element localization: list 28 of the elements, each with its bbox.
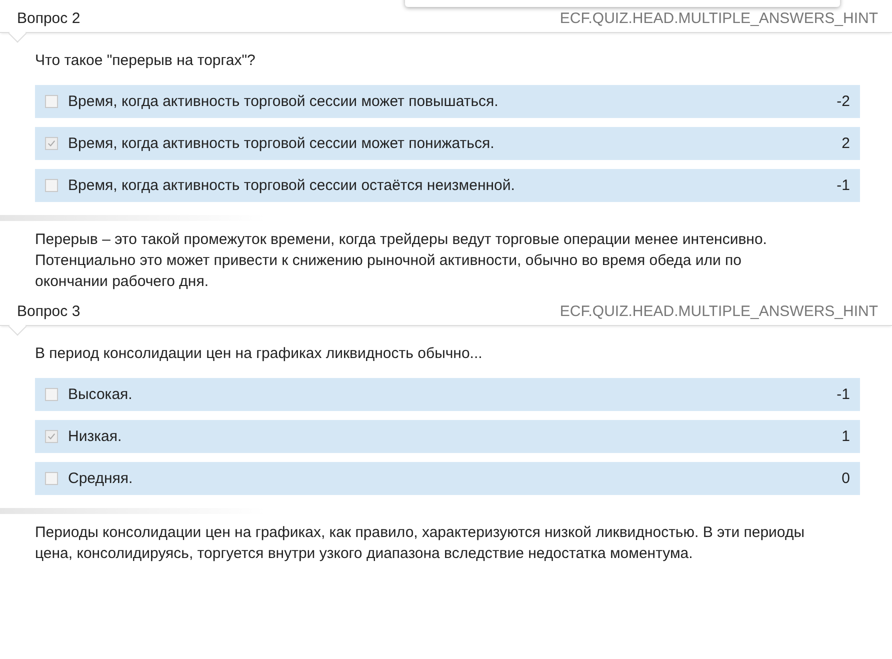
answer-text: Время, когда активность торговой сессии может повышаться. [68,93,500,110]
answer-score: -2 [836,93,850,110]
answer-score: 0 [842,470,850,487]
answer-text: Низкая. [68,428,123,445]
checkbox[interactable] [45,95,58,108]
hint-text: ECF.QUIZ.HEAD.MULTIPLE_ANSWERS_HINT [560,303,878,320]
question-title: Вопрос 2 [17,10,80,27]
checkmark-icon [47,432,56,441]
answer-text: Время, когда активность торговой сессии остаётся неизменной. [68,177,516,194]
checkbox[interactable] [45,137,58,150]
explanation-text: Перерыв – это такой промежуток времени, когда трейдеры ведут торговые операции менее интенсивно. Потенциально это может привести к снижению рыночной активности, обычно во время обеда или по окончании рабочего дня. [35,230,768,292]
answer-score: -1 [836,177,850,194]
checkbox[interactable] [45,430,58,443]
answer-score: 1 [842,428,850,445]
question-text: В период консолидации цен на графиках ликвидность обычно... [35,345,484,363]
answer-text: Средняя. [68,470,134,487]
answer-score: 2 [842,135,850,152]
explanation-text: Периоды консолидации цен на графиках, как правило, характеризуются низкой ликвидностью. В эти периоды цена, консолидируясь, торгуется внутри узкого диапазона вследствие недостатка моментума. [35,523,806,564]
checkbox[interactable] [45,388,58,401]
hint-text: ECF.QUIZ.HEAD.MULTIPLE_ANSWERS_HINT [560,10,878,27]
question-text: Что такое "перерыв на торгах"? [35,52,256,70]
answer-score: -1 [836,386,850,403]
answer-text: Время, когда активность торговой сессии может понижаться. [68,135,496,152]
checkmark-icon [47,139,56,148]
question-title: Вопрос 3 [17,303,80,320]
checkbox[interactable] [45,179,58,192]
answer-text: Высокая. [68,386,134,403]
checkbox[interactable] [45,472,58,485]
